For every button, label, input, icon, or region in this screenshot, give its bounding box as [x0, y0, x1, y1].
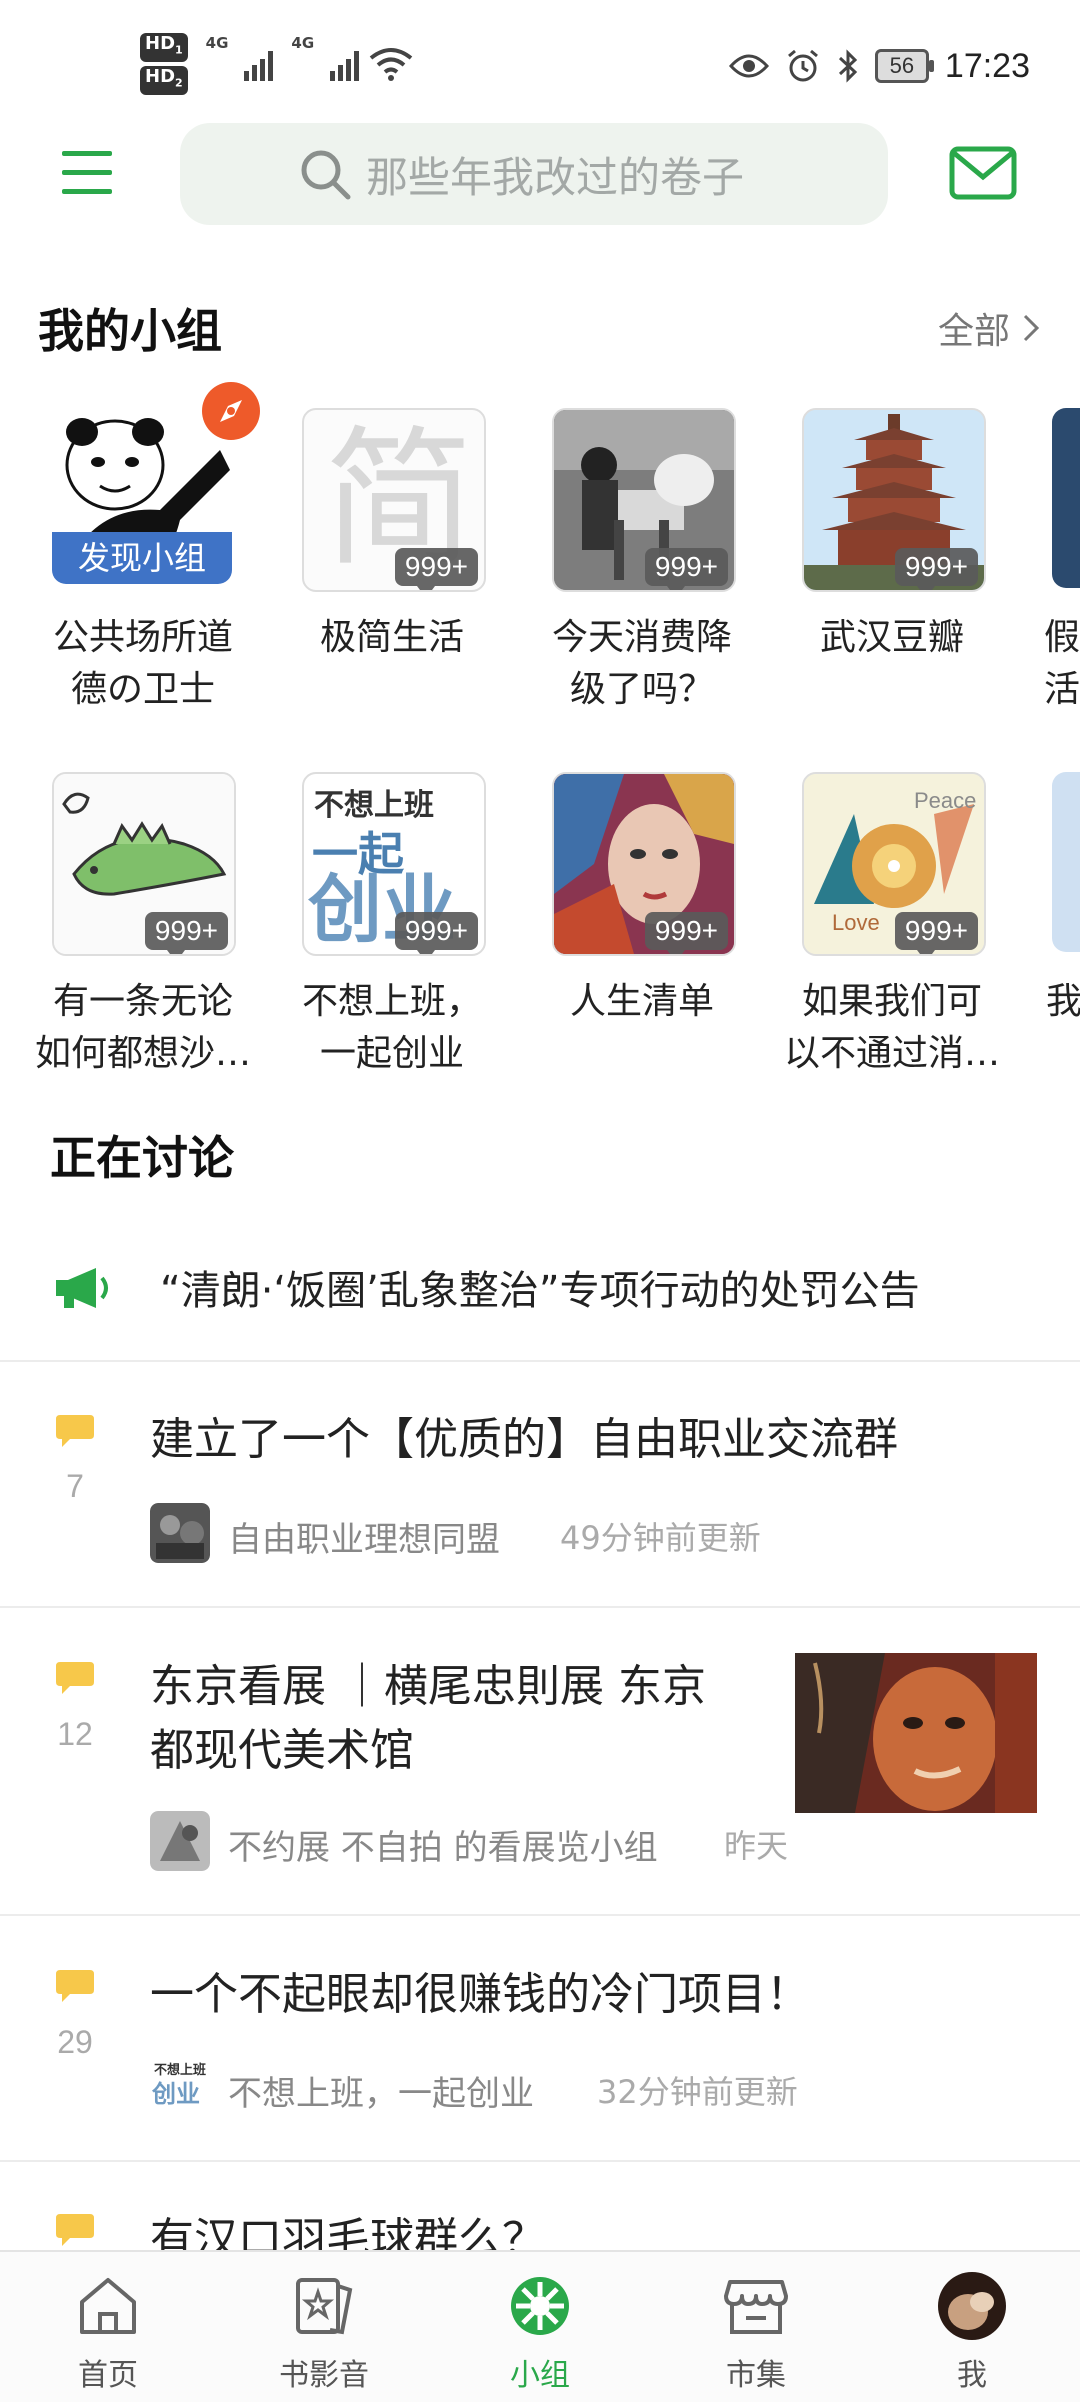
bottom-nav: 首页 书影音 小组 市集 我: [0, 2250, 1080, 2402]
post-group-name[interactable]: 不约展 不自拍 的看展览小组: [228, 1820, 658, 1869]
status-bar: HD1 HD2 4G 4G 56 17:23: [0, 0, 1080, 120]
store-icon: [724, 2280, 788, 2334]
network-label-2: 4G: [291, 34, 315, 52]
group-avatar[interactable]: 简 999+: [302, 408, 486, 592]
tile-text-peace: Peace: [914, 788, 977, 813]
group-avatar[interactable]: Peace Love 999+: [802, 772, 986, 956]
compass-icon: [202, 382, 260, 440]
unread-badge: 999+: [394, 548, 478, 590]
search-bar[interactable]: 那些年我改过的卷子: [180, 123, 888, 225]
group-label-partial: 假活在: [1044, 617, 1080, 710]
tile-text-love: Love: [832, 910, 880, 935]
group-label: 公共场所道 德の卫士: [52, 617, 233, 710]
alarm-icon: [787, 49, 818, 82]
search-placeholder: 那些年我改过的卷子: [366, 152, 745, 202]
comment-bubble-icon: [56, 1415, 94, 1447]
group-tile-discover[interactable]: 发现小组: [52, 380, 262, 590]
hd1-indicator: HD1: [140, 33, 188, 62]
group-label: 如果我们可 以不通过消…: [783, 981, 1000, 1074]
nav-label: 我: [957, 2358, 987, 2393]
megaphone-icon: [56, 1268, 108, 1308]
unread-badge: 999+: [894, 912, 978, 954]
post-thumbnail-image: [795, 1653, 1037, 1813]
group-avatar-partial[interactable]: [1052, 408, 1080, 588]
group-avatar-small: [150, 1503, 210, 1563]
nav-market[interactable]: 市集: [648, 2252, 864, 2402]
group-label-partial: 我: [1046, 981, 1080, 1022]
nav-label: 书影音: [279, 2358, 369, 2393]
chevron-right-icon: [1023, 314, 1040, 342]
unread-badge: 999+: [144, 912, 228, 954]
comment-bubble-icon: [56, 2214, 94, 2246]
user-avatar: [938, 2272, 1006, 2340]
post-title[interactable]: 一个不起眼却很赚钱的冷门项目！: [150, 1963, 810, 2027]
nav-label: 小组: [510, 2358, 570, 2393]
post-group-name[interactable]: 不想上班，一起创业: [228, 2066, 534, 2115]
comment-count: 12: [57, 1716, 93, 1752]
discussion-row[interactable]: [0, 1916, 1080, 2160]
battery-icon: 56: [874, 49, 934, 83]
post-group-name[interactable]: 自由职业理想同盟: [228, 1512, 500, 1561]
group-label: 极简生活: [319, 617, 464, 658]
eye-icon: [728, 54, 769, 78]
comment-bubble-icon: [56, 1970, 94, 2002]
group-avatar[interactable]: 不想上班 一起 创业 999+: [302, 772, 486, 956]
my-groups-title: 我的小组: [38, 304, 222, 358]
unread-badge: 999+: [644, 548, 728, 590]
nav-label: 市集: [726, 2358, 786, 2393]
search-icon: [301, 150, 351, 200]
nav-me[interactable]: 我: [864, 2252, 1080, 2402]
group-label: 不想上班， 一起创业: [301, 981, 482, 1074]
bookmark-star-icon: [296, 2278, 353, 2335]
menu-icon[interactable]: [60, 145, 116, 201]
bluetooth-icon: [838, 49, 858, 83]
post-time: 49分钟前更新: [560, 1519, 761, 1557]
discussion-row[interactable]: [0, 1362, 1080, 1606]
post-time: 32分钟前更新: [597, 2073, 798, 2111]
status-right: 56 17:23: [728, 36, 1030, 96]
notice-text[interactable]: “清朗·‘饭圈’乱象整治”专项行动的处罚公告: [160, 1258, 920, 1316]
nav-books-movies[interactable]: 书影音: [216, 2252, 432, 2402]
comment-count: 29: [57, 2024, 93, 2060]
comment-bubble-icon: [56, 1662, 94, 1694]
all-groups-link[interactable]: 全部: [938, 300, 1040, 356]
signal-icon: [330, 47, 360, 81]
network-label-1: 4G: [205, 34, 229, 52]
group-label: 人生清单: [569, 981, 714, 1022]
unread-badge: 999+: [644, 912, 728, 954]
group-avatar-small: 不想上班 创业: [150, 2057, 210, 2117]
comment-count: 7: [66, 1468, 84, 1504]
discussion-title: 正在讨论: [50, 1131, 234, 1185]
group-avatar-small: [150, 1811, 210, 1871]
group-avatar[interactable]: 999+: [52, 772, 236, 956]
divider: [0, 2160, 1080, 2162]
mail-icon[interactable]: [948, 143, 1018, 203]
nav-home[interactable]: 首页: [0, 2252, 216, 2402]
unread-badge: 999+: [394, 912, 478, 954]
group-avatar-partial[interactable]: [1052, 772, 1080, 952]
post-title[interactable]: 建立了一个【优质的】自由职业交流群: [150, 1408, 898, 1472]
home-icon: [80, 2278, 136, 2334]
clock: 17:23: [944, 46, 1030, 85]
nav-groups[interactable]: 小组: [432, 2252, 648, 2402]
group-label: 武汉豆瓣: [819, 617, 964, 658]
all-groups-label: 全部: [937, 311, 1010, 352]
post-title[interactable]: 东京看展 ｜横尾忠則展 东京: [150, 1655, 706, 1719]
discover-groups-tag: 发现小组: [52, 532, 232, 584]
unread-badge: 999+: [894, 548, 978, 590]
group-label: 有一条无论 如何都想沙…: [34, 981, 251, 1074]
signal-icon: [244, 47, 274, 81]
wifi-icon: [369, 48, 413, 81]
group-label: 今天消费降 级了吗？: [551, 617, 732, 710]
group-avatar[interactable]: 999+: [552, 772, 736, 956]
post-title-line2[interactable]: 都现代美术馆: [150, 1719, 414, 1783]
status-left: HD1 HD2 4G 4G: [140, 33, 413, 95]
nav-label: 首页: [78, 2358, 138, 2393]
post-time: 昨天: [724, 1827, 789, 1865]
group-avatar[interactable]: 999+: [552, 408, 736, 592]
group-avatar[interactable]: 999+: [802, 408, 986, 592]
hd2-indicator: HD2: [140, 66, 188, 95]
groups-icon: [511, 2277, 569, 2335]
